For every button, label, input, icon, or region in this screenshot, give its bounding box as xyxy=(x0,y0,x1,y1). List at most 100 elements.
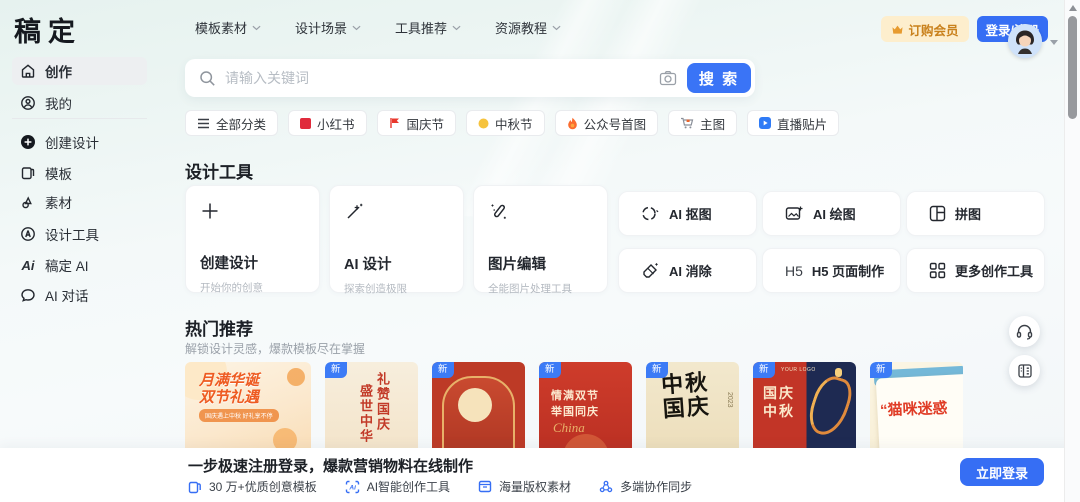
template-card[interactable]: 新 “猫咪迷惑 xyxy=(870,362,963,448)
page: 稿定 创作 我的 创建设计 模板 素材 设计工具 Ai 稿定 AI AI 对话 … xyxy=(0,0,1080,502)
crown-icon xyxy=(891,24,904,35)
feature-ai-tools: Ai AI智能创作工具 xyxy=(345,478,450,495)
filter-national-day[interactable]: 国庆节 xyxy=(376,110,457,136)
new-badge: 新 xyxy=(432,362,454,378)
filter-mid-autumn[interactable]: 中秋节 xyxy=(466,110,545,136)
feature-label: AI智能创作工具 xyxy=(366,480,451,494)
sidebar-item-label: 模板 xyxy=(45,167,72,182)
card-collage[interactable]: 拼图 xyxy=(906,191,1045,236)
template-card[interactable]: 新 礼赞国庆 盛世中华 xyxy=(325,362,418,448)
card-subtitle: 探索创造极限 xyxy=(344,283,407,295)
vip-subscribe-button[interactable]: 订购会员 xyxy=(880,16,969,42)
sidebar-divider xyxy=(12,118,147,119)
sync-blue-icon xyxy=(599,480,613,494)
feature-label: 30 万+优质创意模板 xyxy=(209,480,317,494)
scrollbar-up-arrow[interactable] xyxy=(1069,5,1077,11)
filter-label: 中秋节 xyxy=(495,117,533,132)
login-now-button[interactable]: 立即登录 xyxy=(959,458,1044,486)
sidebar-item-gaoding-ai[interactable]: Ai 稿定 AI xyxy=(12,251,147,279)
template-card[interactable]: 新 xyxy=(432,362,525,448)
card-h5-maker[interactable]: H5 H5 页面制作 xyxy=(762,248,901,293)
filter-label: 公众号首图 xyxy=(583,117,647,132)
collapse-caret-icon[interactable] xyxy=(1050,40,1058,45)
filter-xiaohongshu[interactable]: 小红书 xyxy=(288,110,367,136)
template-card[interactable]: 新 YOUR LOGO 国庆 中秋 xyxy=(753,362,856,448)
sidebar-item-assets[interactable]: 素材 xyxy=(12,188,147,216)
floating-actions xyxy=(1009,316,1040,386)
red-square-icon xyxy=(300,117,312,129)
flame-icon xyxy=(567,117,578,130)
sidebar: 稿定 创作 我的 创建设计 模板 素材 设计工具 Ai 稿定 AI AI 对话 xyxy=(0,0,170,448)
template-card[interactable]: 新 中秋 国庆 2023 xyxy=(646,362,739,448)
card-ai-erase[interactable]: AI 消除 xyxy=(618,248,757,293)
sidebar-item-create-design[interactable]: 创建设计 xyxy=(12,128,147,156)
filter-main-image[interactable]: 主图 xyxy=(668,110,738,136)
card-label: 拼图 xyxy=(955,207,982,222)
sidebar-item-design-tools[interactable]: 设计工具 xyxy=(12,220,147,248)
filter-label: 国庆节 xyxy=(406,117,445,132)
sidebar-item-mine[interactable]: 我的 xyxy=(12,89,147,117)
template-card[interactable]: 新 情满双节 举国同庆 China xyxy=(539,362,632,448)
template-card[interactable]: 月满华诞 双节礼遇 国庆遇上中秋 好礼享不停 xyxy=(185,362,311,448)
brand-logo[interactable]: 稿定 xyxy=(14,10,82,49)
search-input[interactable] xyxy=(225,70,651,86)
template-title: 盛世中华 xyxy=(358,384,373,444)
new-badge: 新 xyxy=(753,362,775,378)
sidebar-item-ai-chat[interactable]: AI 对话 xyxy=(12,281,147,309)
box-blue-icon xyxy=(478,480,492,493)
search-bar: 搜 索 xyxy=(185,59,755,97)
card-ai-design[interactable]: AI 设计 探索创造极限 xyxy=(329,185,464,295)
filter-label: 小红书 xyxy=(317,117,355,132)
new-badge: 新 xyxy=(870,362,892,378)
sidebar-item-create[interactable]: 创作 xyxy=(12,57,147,85)
headset-icon xyxy=(1016,324,1033,340)
hot-section-title: 热门推荐 xyxy=(185,320,253,339)
design-tools-title: 设计工具 xyxy=(185,163,253,182)
chevron-down-icon xyxy=(352,25,361,31)
card-ai-draw[interactable]: AI 绘图 xyxy=(762,191,901,236)
nav-item-label: 资源教程 xyxy=(495,21,548,36)
grid-icon xyxy=(929,262,946,279)
card-more-tools[interactable]: 更多创作工具 xyxy=(906,248,1045,293)
hills-decor xyxy=(325,436,418,448)
filter-label: 主图 xyxy=(700,117,726,132)
card-title: 创建设计 xyxy=(200,256,258,272)
scrollbar-thumb[interactable] xyxy=(1068,16,1077,119)
feature-assets: 海量版权素材 xyxy=(478,478,571,495)
card-label: H5 页面制作 xyxy=(811,264,885,279)
scrollbar[interactable] xyxy=(1064,0,1080,502)
card-ai-cutout[interactable]: AI 抠图 xyxy=(618,191,757,236)
sidebar-item-label: 设计工具 xyxy=(45,228,99,243)
nav-item-templates[interactable]: 模板素材 xyxy=(195,18,261,37)
card-label: AI 抠图 xyxy=(669,207,712,222)
play-icon xyxy=(759,117,772,129)
filter-label: 全部分类 xyxy=(216,117,267,132)
assistant-avatar[interactable] xyxy=(1008,24,1042,58)
template-year: 2023 xyxy=(726,392,733,408)
camera-search-icon[interactable] xyxy=(659,70,677,86)
cart-icon xyxy=(680,117,694,129)
home-icon xyxy=(20,63,36,79)
card-create-design[interactable]: 创建设计 开始你的创意 xyxy=(185,185,320,294)
nav-item-tools[interactable]: 工具推荐 xyxy=(395,18,461,37)
search-button[interactable]: 搜 索 xyxy=(687,63,751,93)
feature-templates: 30 万+优质创意模板 xyxy=(188,478,317,495)
template-pill-text: 国庆遇上中秋 好礼享不停 xyxy=(199,409,279,422)
cutout-icon xyxy=(641,205,660,222)
chevron-down-icon xyxy=(552,25,561,31)
hot-section-subtitle: 解锁设计灵感，爆款模板尽在掌握 xyxy=(185,342,366,356)
search-icon xyxy=(199,70,216,87)
menu-icon xyxy=(197,118,210,129)
filter-wechat-cover[interactable]: 公众号首图 xyxy=(554,110,659,136)
card-image-editor[interactable]: 图片编辑 全能图片处理工具 xyxy=(473,185,608,295)
feedback-panel-button[interactable] xyxy=(1009,355,1040,386)
template-title: “猫咪迷惑 xyxy=(879,399,948,420)
customer-service-button[interactable] xyxy=(1009,316,1040,347)
card-label: AI 消除 xyxy=(669,264,712,279)
nav-item-scenes[interactable]: 设计场景 xyxy=(295,18,361,37)
filter-live-sticker[interactable]: 直播贴片 xyxy=(747,110,840,136)
sidebar-item-templates[interactable]: 模板 xyxy=(12,159,147,187)
filter-all-categories[interactable]: 全部分类 xyxy=(185,110,279,136)
shapes-icon xyxy=(20,194,36,210)
nav-item-resources[interactable]: 资源教程 xyxy=(495,18,561,37)
